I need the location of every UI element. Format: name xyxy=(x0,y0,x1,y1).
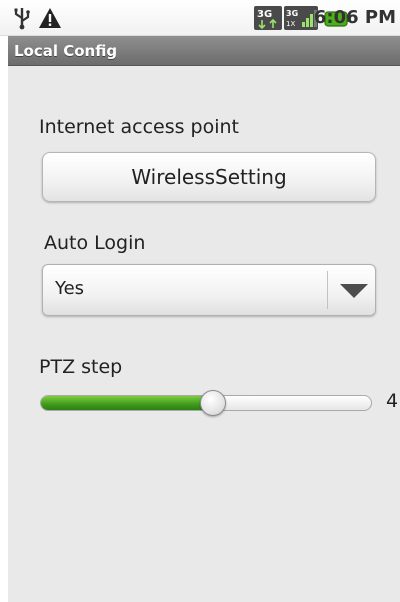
access-point-button[interactable]: WirelessSetting xyxy=(42,152,376,202)
title-bar: Local Config xyxy=(8,36,400,66)
ptz-step-value: 4 xyxy=(386,390,399,412)
slider-fill xyxy=(41,396,214,410)
page-title: Local Config xyxy=(14,42,118,60)
auto-login-value: Yes xyxy=(55,278,85,299)
ptz-step-label: PTZ step xyxy=(39,356,123,378)
status-bar: 3G 3G 1X 6:06 PM xyxy=(0,0,400,36)
usb-icon xyxy=(14,8,30,30)
access-point-label: Internet access point xyxy=(39,116,240,138)
clock: 6:06 PM xyxy=(313,7,396,28)
svg-text:3G: 3G xyxy=(257,9,272,20)
dropdown-divider xyxy=(327,271,328,309)
warning-icon xyxy=(39,8,61,28)
slider-thumb[interactable] xyxy=(200,390,226,416)
settings-panel: Internet access point WirelessSetting Au… xyxy=(8,66,400,602)
chevron-down-icon xyxy=(340,284,368,298)
auto-login-label: Auto Login xyxy=(44,232,146,254)
network-3g-icon: 3G xyxy=(254,6,282,30)
svg-text:3G: 3G xyxy=(286,9,298,18)
ptz-step-slider[interactable] xyxy=(38,390,374,416)
svg-text:1X: 1X xyxy=(286,20,295,28)
auto-login-dropdown[interactable]: Yes xyxy=(42,264,376,316)
